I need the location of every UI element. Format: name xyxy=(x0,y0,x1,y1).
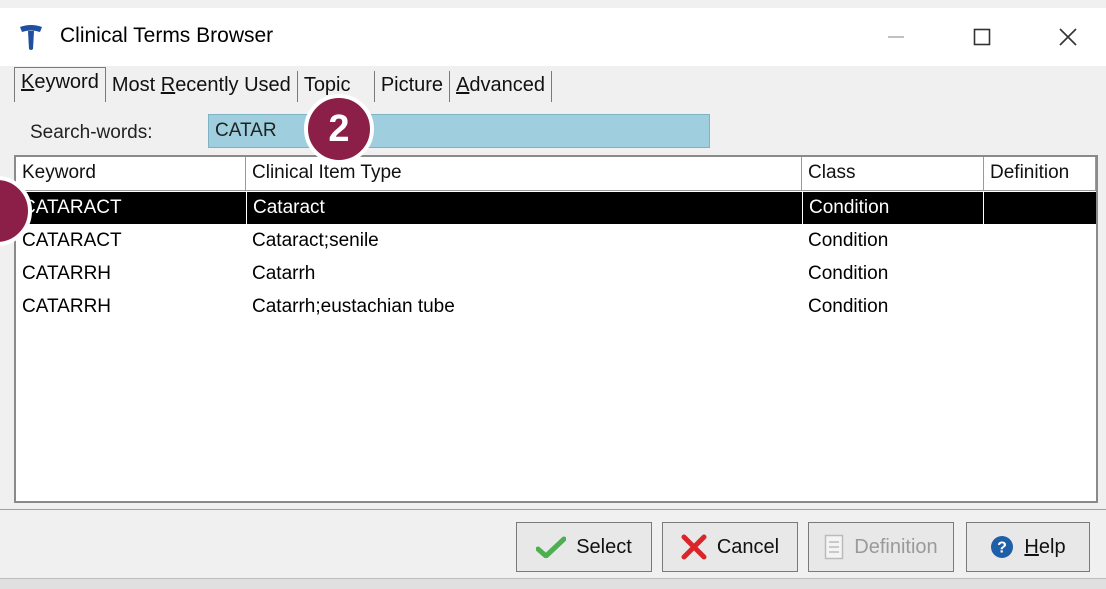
cell-definition xyxy=(984,291,1096,323)
tab-label: ecently Used xyxy=(175,74,291,96)
table-row[interactable]: CATARACT Cataract Condition xyxy=(16,192,1096,224)
results-list[interactable]: Keyword Clinical Item Type Class Definit… xyxy=(14,155,1098,503)
minimize-button[interactable] xyxy=(866,14,926,60)
tab-label: Most xyxy=(111,74,161,96)
x-cancel-icon xyxy=(681,534,707,560)
tab-label: eyword xyxy=(34,71,99,93)
tab-most-recently-used[interactable]: Most Recently Used xyxy=(106,71,298,102)
callout-badge-2: 2 xyxy=(304,94,374,164)
tab-advanced[interactable]: Advanced xyxy=(450,71,553,102)
telstra-health-icon xyxy=(20,25,42,50)
status-strip xyxy=(0,578,1106,589)
close-button[interactable] xyxy=(1038,14,1098,60)
tab-picture[interactable]: Picture xyxy=(375,71,451,102)
help-icon: ? xyxy=(991,536,1014,558)
cell-keyword: CATARRH xyxy=(22,263,112,284)
cell-class: Condition xyxy=(808,263,889,284)
table-row[interactable]: CATARRH Catarrh;eustachian tube Conditio… xyxy=(16,291,1096,323)
tab-label: Topic xyxy=(303,74,351,96)
table-row[interactable]: CATARRH Catarrh Condition xyxy=(16,258,1096,290)
cell-clinical-item-type: Cataract;senile xyxy=(252,230,379,251)
close-icon xyxy=(1059,28,1077,46)
tab-keyword[interactable]: Keyword xyxy=(14,67,106,102)
cell-class: Condition xyxy=(808,296,889,317)
tab-accel: R xyxy=(160,74,176,96)
cell-definition xyxy=(984,225,1096,257)
help-accel: H xyxy=(1024,535,1039,558)
cell-keyword: CATARRH xyxy=(22,296,112,317)
help-button-label: Help xyxy=(1024,536,1065,559)
tab-label: dvanced xyxy=(469,74,546,96)
help-button[interactable]: ? Help xyxy=(966,522,1090,572)
column-header-keyword[interactable]: Keyword xyxy=(16,157,246,191)
title-bar[interactable]: Clinical Terms Browser xyxy=(0,8,1106,66)
tab-strip: Keyword Most Recently Used Topic Picture… xyxy=(14,67,553,102)
cell-class: Condition xyxy=(808,230,889,251)
cancel-button[interactable]: Cancel xyxy=(662,522,798,572)
document-icon xyxy=(825,534,844,560)
definition-button-label: Definition xyxy=(854,535,938,558)
table-row[interactable]: CATARACT Cataract;senile Condition xyxy=(16,225,1096,257)
definition-button[interactable]: Definition xyxy=(808,522,954,572)
select-button-label: Select xyxy=(576,535,632,558)
search-words-input[interactable] xyxy=(208,114,710,148)
cell-clinical-item-type: Catarrh xyxy=(252,263,316,284)
cell-keyword: CATARACT xyxy=(22,197,122,218)
clinical-terms-browser-window: Clinical Terms Browser Keyword Most Rece… xyxy=(0,0,1106,589)
cancel-button-label: Cancel xyxy=(716,535,780,558)
help-label-rest: elp xyxy=(1038,535,1066,558)
search-words-label: Search-words: xyxy=(30,122,153,143)
svg-text:?: ? xyxy=(998,540,1008,557)
cell-clinical-item-type: Cataract xyxy=(246,192,802,224)
column-header-class[interactable]: Class xyxy=(802,157,984,191)
cell-class: Condition xyxy=(802,192,984,224)
cell-definition xyxy=(984,258,1096,290)
tab-accel: A xyxy=(456,74,470,96)
cell-keyword: CATARACT xyxy=(22,230,122,251)
maximize-button[interactable] xyxy=(952,14,1012,60)
minimize-icon xyxy=(888,36,904,38)
window-title: Clinical Terms Browser xyxy=(60,24,274,47)
cell-definition xyxy=(984,192,1096,224)
cell-clinical-item-type: Catarrh;eustachian tube xyxy=(252,296,455,317)
select-button[interactable]: Select xyxy=(516,522,652,572)
footer-separator xyxy=(0,509,1106,510)
maximize-icon xyxy=(973,28,991,46)
checkmark-icon xyxy=(536,536,567,558)
tab-label: Picture xyxy=(380,74,444,96)
column-header-definition[interactable]: Definition xyxy=(984,157,1096,191)
tab-accel: K xyxy=(21,71,35,93)
